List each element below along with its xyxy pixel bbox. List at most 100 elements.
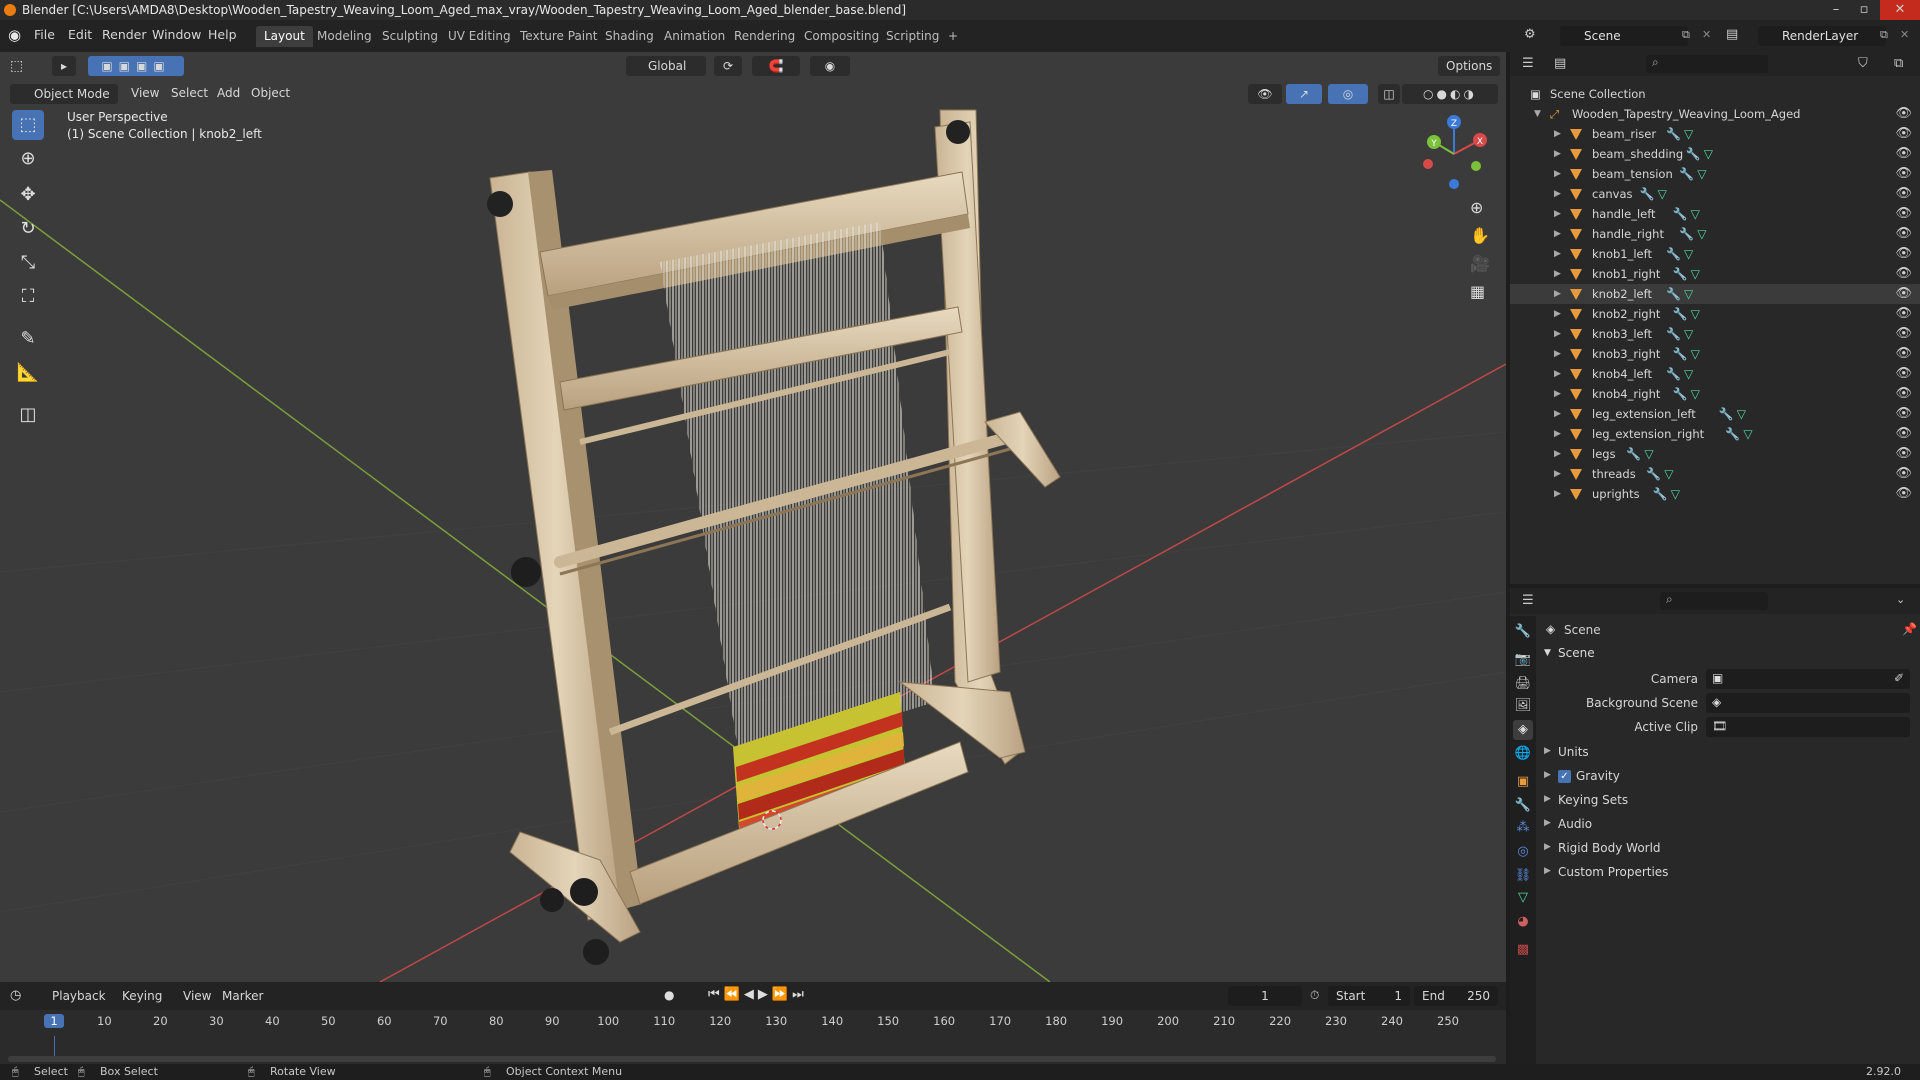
eye-icon[interactable]: 👁	[1895, 424, 1912, 444]
eye-icon[interactable]: 👁	[1895, 344, 1912, 364]
outliner-object-row[interactable]: ▶ leg_extension_left 🔧 ▽ 👁	[1510, 404, 1920, 424]
modifier-wrench-icon[interactable]: 🔧	[1666, 364, 1681, 384]
rotate-tool[interactable]: ↻	[12, 214, 44, 244]
menu-render[interactable]: Render	[102, 27, 147, 42]
view-layer-icon[interactable]: ▤	[1726, 27, 1738, 42]
expand-triangle-icon[interactable]: ▼	[1534, 104, 1541, 124]
menu-keying[interactable]: Keying	[122, 989, 162, 1003]
mesh-data-icon[interactable]: ▽	[1691, 344, 1700, 364]
tab-layout[interactable]: Layout	[256, 26, 313, 47]
eye-icon[interactable]: 👁	[1895, 244, 1912, 264]
menu-file[interactable]: File	[34, 27, 55, 42]
selection-modes[interactable]: ▣▣▣▣	[88, 56, 184, 76]
modifier-wrench-icon[interactable]: 🔧	[1640, 184, 1655, 204]
timeline-track[interactable]: 1 10 20 30 40 50 60 70 80 90 100 110 120 130 140 150 160…	[0, 1010, 1506, 1064]
outliner-object-row[interactable]: ▶ knob4_right 🔧 ▽ 👁	[1510, 384, 1920, 404]
mesh-data-icon[interactable]: ▽	[1743, 424, 1752, 444]
measure-tool[interactable]: 📐	[12, 358, 44, 388]
expand-arrow-icon[interactable]: ▶	[1554, 484, 1561, 504]
collapse-arrow-icon[interactable]: ▶	[1544, 746, 1551, 756]
expand-arrow-icon[interactable]: ▶	[1554, 324, 1561, 344]
outliner-object-row[interactable]: ▶ knob2_left 🔧 ▽ 👁	[1510, 284, 1920, 304]
display-mode-icon[interactable]: ▤	[1554, 56, 1566, 71]
expand-arrow-icon[interactable]: ▶	[1554, 404, 1561, 424]
subpanel-header[interactable]: ▶ ✓ Gravity	[1536, 766, 1920, 788]
outliner-object-row[interactable]: ▶ threads 🔧 ▽ 👁	[1510, 464, 1920, 484]
mesh-data-icon[interactable]: ▽	[1697, 224, 1706, 244]
background-scene-field[interactable]: ◈	[1706, 693, 1910, 713]
tab-texture-paint[interactable]: Texture Paint	[512, 26, 605, 47]
mesh-data-icon[interactable]: ▽	[1658, 184, 1667, 204]
menu-marker[interactable]: Marker	[222, 989, 263, 1003]
mesh-data-icon[interactable]: ▽	[1684, 284, 1693, 304]
camera-field[interactable]: ▣ ✐	[1706, 669, 1910, 689]
output-tab-icon[interactable]: 🖨	[1513, 674, 1533, 694]
scale-tool[interactable]: ⤡	[12, 248, 44, 278]
modifier-wrench-icon[interactable]: 🔧	[1673, 264, 1688, 284]
modifier-wrench-icon[interactable]: 🔧	[1666, 244, 1681, 264]
pivot-point-icon[interactable]: ⟳	[714, 56, 742, 76]
expand-arrow-icon[interactable]: ▶	[1554, 304, 1561, 324]
menu-select[interactable]: Select	[171, 86, 208, 100]
texture-tab-icon[interactable]: ▩	[1513, 940, 1533, 960]
modifier-wrench-icon[interactable]: 🔧	[1679, 224, 1694, 244]
modifier-wrench-icon[interactable]: 🔧	[1646, 464, 1661, 484]
subpanel-header[interactable]: ▶ Custom Properties	[1536, 862, 1920, 884]
proportional-edit-icon[interactable]: ◉	[810, 56, 850, 76]
active-clip-field[interactable]: 🎞	[1706, 717, 1910, 737]
snapping-icon[interactable]: 🧲	[752, 56, 800, 76]
mesh-data-icon[interactable]: ▽	[1697, 164, 1706, 184]
transform-tool[interactable]: ⛶	[12, 282, 44, 312]
modifier-wrench-icon[interactable]: 🔧	[1686, 144, 1701, 164]
mesh-data-icon[interactable]: ▽	[1684, 364, 1693, 384]
new-view-layer-icon[interactable]: ⧉	[1880, 28, 1888, 42]
collapse-arrow-icon[interactable]: ▶	[1544, 866, 1551, 876]
mesh-data-icon[interactable]: ▽	[1691, 204, 1700, 224]
eye-icon[interactable]: 👁	[1895, 384, 1912, 404]
scene-selector-icon[interactable]: ⚙	[1524, 27, 1536, 42]
tab-rendering[interactable]: Rendering	[726, 26, 803, 47]
cursor-tool[interactable]: ⊕	[12, 144, 44, 174]
filter-icon[interactable]: ⛉	[1858, 56, 1868, 71]
object-tab-icon[interactable]: ▣	[1513, 772, 1533, 792]
eye-icon[interactable]: 👁	[1895, 164, 1912, 184]
eye-icon[interactable]: 👁	[1895, 404, 1912, 424]
properties-options-icon[interactable]: ⌄	[1896, 593, 1905, 606]
outliner-search-input[interactable]: ⌕	[1646, 55, 1768, 73]
eye-icon[interactable]: 👁	[1895, 324, 1912, 344]
shading-modes[interactable]: ○●◐◑	[1402, 84, 1498, 104]
end-frame-field[interactable]: End 250	[1414, 986, 1498, 1006]
outliner-object-row[interactable]: ▶ uprights 🔧 ▽ 👁	[1510, 484, 1920, 504]
tab-compositing[interactable]: Compositing	[796, 26, 887, 47]
3d-viewport[interactable]: User Perspective (1) Scene Collection | …	[0, 52, 1506, 982]
mesh-data-icon[interactable]: ▽	[1671, 484, 1680, 504]
eye-icon[interactable]: 👁	[1895, 484, 1912, 504]
tab-uv-editing[interactable]: UV Editing	[440, 26, 519, 47]
expand-arrow-icon[interactable]: ▶	[1554, 124, 1561, 144]
transform-orientation-dropdown[interactable]: Global	[626, 56, 706, 76]
menu-add[interactable]: Add	[217, 86, 240, 100]
outliner-object-row[interactable]: ▶ knob2_right 🔧 ▽ 👁	[1510, 304, 1920, 324]
eyedropper-icon[interactable]: ✐	[1894, 671, 1904, 685]
gravity-checkbox[interactable]: ✓	[1558, 770, 1571, 783]
menu-playback[interactable]: Playback	[52, 989, 106, 1003]
particles-tab-icon[interactable]: ⁂	[1513, 818, 1533, 838]
expand-arrow-icon[interactable]: ▶	[1554, 284, 1561, 304]
outliner-object-row[interactable]: ▶ beam_shedding 🔧 ▽ 👁	[1510, 144, 1920, 164]
outliner-object-row[interactable]: ▶ knob3_left 🔧 ▽ 👁	[1510, 324, 1920, 344]
menu-help[interactable]: Help	[208, 27, 237, 42]
renderlayer-field[interactable]: RenderLayer	[1758, 26, 1886, 46]
eye-icon[interactable]: 👁	[1895, 304, 1912, 324]
select-box-tool[interactable]: ⬚	[12, 110, 44, 140]
eye-icon[interactable]: 👁	[1895, 184, 1912, 204]
pan-hand-icon[interactable]: ✋	[1470, 226, 1490, 245]
expand-arrow-icon[interactable]: ▶	[1554, 244, 1561, 264]
mesh-data-icon[interactable]: ▽	[1644, 444, 1653, 464]
blender-menu-icon[interactable]: ◉	[8, 26, 21, 44]
overlays-icon[interactable]: ◎	[1328, 84, 1368, 104]
tab-modeling[interactable]: Modeling	[309, 26, 380, 47]
outliner-object-row[interactable]: ▶ beam_tension 🔧 ▽ 👁	[1510, 164, 1920, 184]
modifier-wrench-icon[interactable]: 🔧	[1719, 404, 1734, 424]
eye-icon[interactable]: 👁	[1895, 224, 1912, 244]
modifier-wrench-icon[interactable]: 🔧	[1666, 124, 1681, 144]
